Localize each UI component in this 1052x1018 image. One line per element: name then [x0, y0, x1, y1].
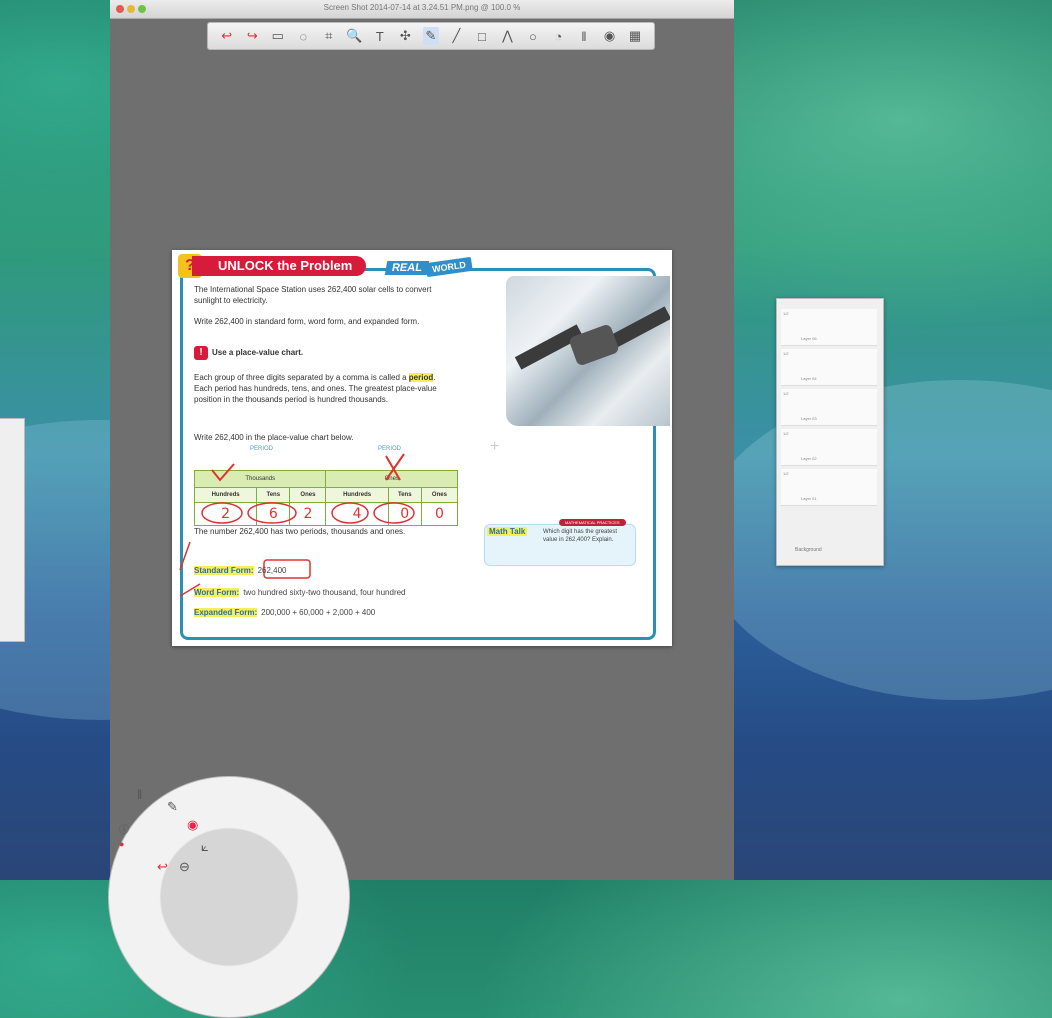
- two-periods-text: The number 262,400 has two periods, thou…: [194, 527, 406, 536]
- compass-icon[interactable]: ⟀: [201, 839, 209, 855]
- expanded-form-value: 200,000 + 60,000 + 2,000 + 400: [261, 608, 376, 617]
- space-station-photo: [506, 276, 670, 426]
- expanded-form-label: Expanded Form:: [194, 608, 258, 617]
- lasso-select-icon[interactable]: ◌: [295, 27, 311, 45]
- layer-name: Layer 01: [801, 496, 817, 501]
- layer-name: Layer 02: [801, 456, 817, 461]
- layer-number: 1/2: [783, 311, 789, 316]
- layer-row[interactable]: 1/2 Layer 02: [781, 429, 877, 466]
- info-icon[interactable]: ⓘ: [119, 821, 129, 836]
- record-icon[interactable]: ●: [119, 839, 124, 849]
- layer-name: Layer 04: [801, 376, 817, 381]
- crop-icon[interactable]: ⌗: [321, 27, 337, 45]
- layer-number: 1/2: [783, 391, 789, 396]
- move-icon[interactable]: ✣: [397, 27, 413, 45]
- background-window-partial[interactable]: [0, 418, 25, 642]
- standard-form-value: 262,400: [257, 566, 287, 575]
- layer-row[interactable]: 1/2 Layer 01: [781, 469, 877, 506]
- drawing-toolbar: ↩ ↪ ▭ ◌ ⌗ 🔍 T ✣ ✎ ╱ □ ⋀ ○ ◔ ǁ ◉ ▦: [207, 22, 655, 50]
- line-icon[interactable]: ╱: [448, 27, 464, 45]
- redo-arrow-icon[interactable]: ↪: [244, 27, 260, 45]
- zoom-icon[interactable]: 🔍: [346, 27, 362, 45]
- standard-form-label: Standard Form:: [194, 566, 254, 575]
- layer-row[interactable]: 1/2 Layer 06: [781, 309, 877, 346]
- layer-name: Layer 03: [801, 416, 817, 421]
- window-title: Screen Shot 2014-07-14 at 3.24.51 PM.png…: [323, 3, 521, 12]
- layer-row[interactable]: 1/2 Layer 03: [781, 389, 877, 426]
- pipette-icon[interactable]: ǁ: [576, 27, 592, 45]
- brush-icon[interactable]: ✎: [167, 799, 178, 815]
- polyline-icon[interactable]: ⋀: [499, 27, 515, 45]
- layer-name: Layer 06: [801, 336, 817, 341]
- pipette-icon[interactable]: ǁ: [137, 787, 142, 802]
- math-talk-label: Math Talk: [487, 527, 528, 536]
- text-tool-icon[interactable]: T: [372, 27, 388, 45]
- word-form-value: two hundred sixty-two thousand, four hun…: [243, 588, 406, 597]
- word-form-label: Word Form:: [194, 588, 240, 597]
- rectangle-icon[interactable]: □: [474, 27, 490, 45]
- layer-number: 1/2: [783, 431, 789, 436]
- plus-cursor-icon: +: [490, 438, 500, 455]
- document-page: ? UNLOCK the Problem REAL WORLD The Inte…: [172, 250, 672, 646]
- standard-form-row: Standard Form: 262,400: [194, 566, 286, 575]
- radial-tool-menu[interactable]: ǁ ✎ ◉ ⟀ ⓘ ● ↩ ⊖: [108, 776, 350, 1018]
- window-titlebar[interactable]: Screen Shot 2014-07-14 at 3.24.51 PM.png…: [110, 0, 734, 19]
- app-window: Screen Shot 2014-07-14 at 3.24.51 PM.png…: [108, 0, 734, 1018]
- word-form-row: Word Form: two hundred sixty-two thousand…: [194, 588, 406, 597]
- layer-number: 1/2: [783, 351, 789, 356]
- math-talk-box: Math Talk MATHEMATICAL PRACTICES Which d…: [484, 519, 636, 566]
- undo-icon[interactable]: ↩: [157, 859, 168, 875]
- layers-grid-icon[interactable]: ▦: [627, 27, 643, 45]
- layer-row[interactable]: 1/2 Layer 04: [781, 349, 877, 386]
- color-wheel-icon[interactable]: ◉: [601, 27, 617, 45]
- fill-icon[interactable]: ◔: [550, 27, 566, 45]
- rectangle-select-icon[interactable]: ▭: [270, 27, 286, 45]
- math-talk-text: Which digit has the greatest value in 26…: [543, 529, 618, 543]
- undo-arrow-icon[interactable]: ↩: [219, 27, 235, 45]
- minus-icon[interactable]: ⊖: [179, 859, 190, 875]
- math-practices-badge: MATHEMATICAL PRACTICES: [559, 519, 626, 526]
- color-wheel-icon[interactable]: ◉: [187, 817, 198, 833]
- layer-number: 1/2: [783, 471, 789, 476]
- circle-icon[interactable]: ○: [525, 27, 541, 45]
- expanded-form-row: Expanded Form: 200,000 + 60,000 + 2,000 +…: [194, 608, 375, 617]
- background-layer-label[interactable]: Background: [795, 547, 822, 553]
- layers-panel[interactable]: 1/2 Layer 06 1/2 Layer 04 1/2 Layer 03 1/2 Laye…: [776, 298, 884, 566]
- pen-icon[interactable]: ✎: [422, 27, 439, 45]
